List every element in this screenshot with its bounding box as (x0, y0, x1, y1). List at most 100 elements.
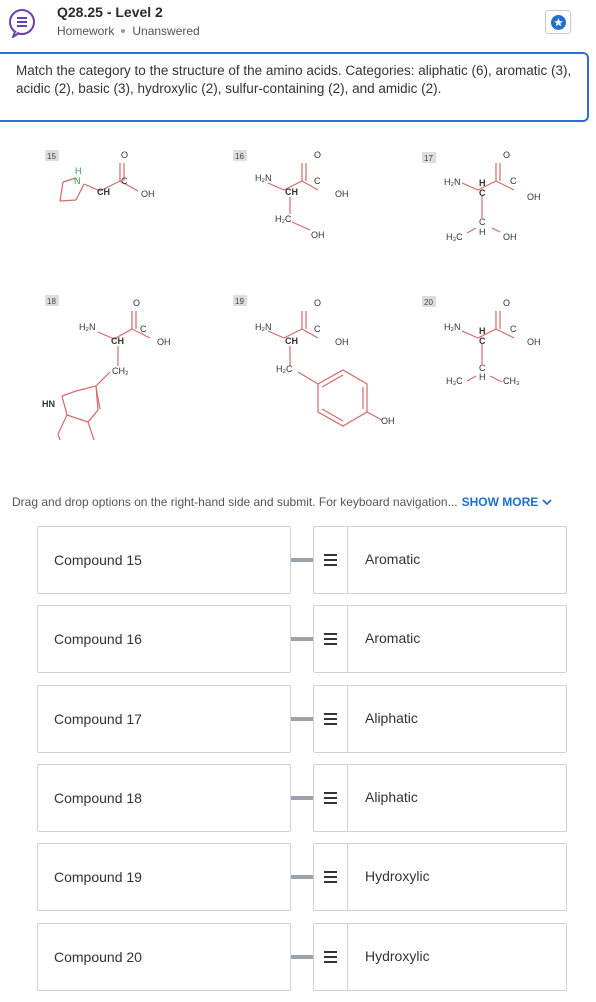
atom-label: C (314, 324, 321, 334)
compound-number: 19 (235, 297, 244, 306)
atom-label: H (479, 326, 486, 336)
show-more-link[interactable]: SHOW MORE (462, 495, 552, 509)
draggable-answer[interactable]: Aromatic (313, 605, 567, 673)
compound-target[interactable]: Compound 16 (37, 605, 291, 673)
compound-label: Compound 20 (54, 949, 142, 965)
bookmark-button[interactable] (545, 10, 571, 34)
atom-label: C (510, 176, 517, 186)
match-connector (291, 637, 313, 641)
match-row: Compound 18 Aliphatic (0, 764, 596, 832)
atom-label: OH (381, 416, 395, 426)
atom-label: O (133, 298, 140, 308)
compound-number: 20 (424, 298, 433, 307)
atom-label: H₂N (444, 322, 461, 332)
compound-number: 15 (47, 152, 56, 161)
atom-label: H₃C (446, 232, 463, 242)
question-meta: Homework Unanswered (57, 24, 200, 38)
amino-acid-structures: 15 16 17 18 19 20 H N CH C O OH H₂N CH C… (42, 150, 541, 440)
match-connector (291, 558, 313, 562)
atom-label: CH (285, 336, 298, 346)
separator-dot (121, 29, 126, 33)
drag-handle-icon[interactable] (314, 924, 348, 990)
atom-label: HN (42, 399, 55, 409)
atom-label: H₃C (446, 376, 463, 386)
match-connector (291, 955, 313, 959)
star-icon (551, 15, 566, 30)
compound-number: 18 (47, 297, 56, 306)
compound-label: Compound 19 (54, 869, 142, 885)
answer-label: Aromatic (365, 551, 421, 567)
atom-label: CH (111, 336, 124, 346)
atom-label: OH (141, 189, 155, 199)
question-header: Q28.25 - Level 2 Homework Unanswered (0, 0, 596, 48)
atom-label: H₂N (255, 322, 272, 332)
compound-number: 17 (424, 154, 433, 163)
atom-label: H (479, 372, 486, 382)
drag-instructions: Drag and drop options on the right-hand … (12, 495, 552, 509)
atom-label: OH (527, 192, 541, 202)
atom-label: OH (311, 230, 325, 240)
draggable-answer[interactable]: Hydroxylic (313, 843, 567, 911)
draggable-answer[interactable]: Aliphatic (313, 685, 567, 753)
instructions-text: Drag and drop options on the right-hand … (12, 495, 458, 509)
draggable-answer[interactable]: Hydroxylic (313, 923, 567, 991)
compound-target[interactable]: Compound 15 (37, 526, 291, 594)
drag-handle-icon[interactable] (314, 686, 348, 752)
drag-handle-icon[interactable] (314, 765, 348, 831)
compound-label: Compound 15 (54, 552, 142, 568)
atom-label: H (75, 166, 82, 176)
atom-label: C (121, 176, 128, 186)
answer-label: Hydroxylic (365, 948, 430, 964)
atom-label: OH (335, 189, 349, 199)
atom-label: H₂N (255, 173, 272, 183)
atom-label: C (479, 188, 486, 198)
atom-label: OH (157, 337, 171, 347)
atom-label: OH (527, 337, 541, 347)
chevron-down-icon (541, 499, 552, 506)
draggable-answer[interactable]: Aliphatic (313, 764, 567, 832)
compound-number: 16 (235, 152, 244, 161)
atom-label: C (479, 336, 486, 346)
draggable-answer[interactable]: Aromatic (313, 526, 567, 594)
atom-label: H (479, 227, 486, 237)
atom-label: H₂N (444, 177, 461, 187)
atom-label: CH (285, 187, 298, 197)
match-connector (291, 875, 313, 879)
atom-label: N (74, 176, 81, 186)
compound-target[interactable]: Compound 19 (37, 843, 291, 911)
atom-label: O (314, 150, 321, 160)
compound-target[interactable]: Compound 20 (37, 923, 291, 991)
atom-label: OH (503, 232, 517, 242)
atom-label: CH₃ (503, 376, 520, 386)
match-row: Compound 16 Aromatic (0, 605, 596, 673)
atom-label: C (510, 324, 517, 334)
atom-label: H₂N (79, 322, 96, 332)
question-prompt: Match the category to the structure of t… (16, 63, 572, 96)
atom-label: O (314, 298, 321, 308)
atom-label: H (479, 178, 486, 188)
match-row: Compound 20 Hydroxylic (0, 923, 596, 991)
compound-target[interactable]: Compound 18 (37, 764, 291, 832)
show-more-label: SHOW MORE (461, 495, 539, 509)
drag-handle-icon[interactable] (314, 606, 348, 672)
answer-label: Aliphatic (365, 789, 418, 805)
compound-target[interactable]: Compound 17 (37, 685, 291, 753)
atom-label: CH (97, 187, 110, 197)
atom-label: O (121, 150, 128, 160)
compound-label: Compound 18 (54, 790, 142, 806)
question-status: Unanswered (132, 24, 200, 38)
drag-handle-icon[interactable] (314, 844, 348, 910)
match-row: Compound 15 Aromatic (0, 526, 596, 594)
answer-label: Aromatic (365, 630, 421, 646)
atom-label: C (140, 324, 147, 334)
match-row: Compound 19 Hydroxylic (0, 843, 596, 911)
compound-label: Compound 16 (54, 631, 142, 647)
compound-number-labels: 15 16 17 18 19 20 (45, 150, 436, 307)
match-row: Compound 17 Aliphatic (0, 685, 596, 753)
atom-label: H₂C (276, 364, 293, 374)
drag-handle-icon[interactable] (314, 527, 348, 593)
atom-label: CH₂ (112, 366, 129, 376)
match-connector (291, 796, 313, 800)
question-category: Homework (57, 24, 115, 38)
question-bubble-icon (9, 9, 35, 38)
